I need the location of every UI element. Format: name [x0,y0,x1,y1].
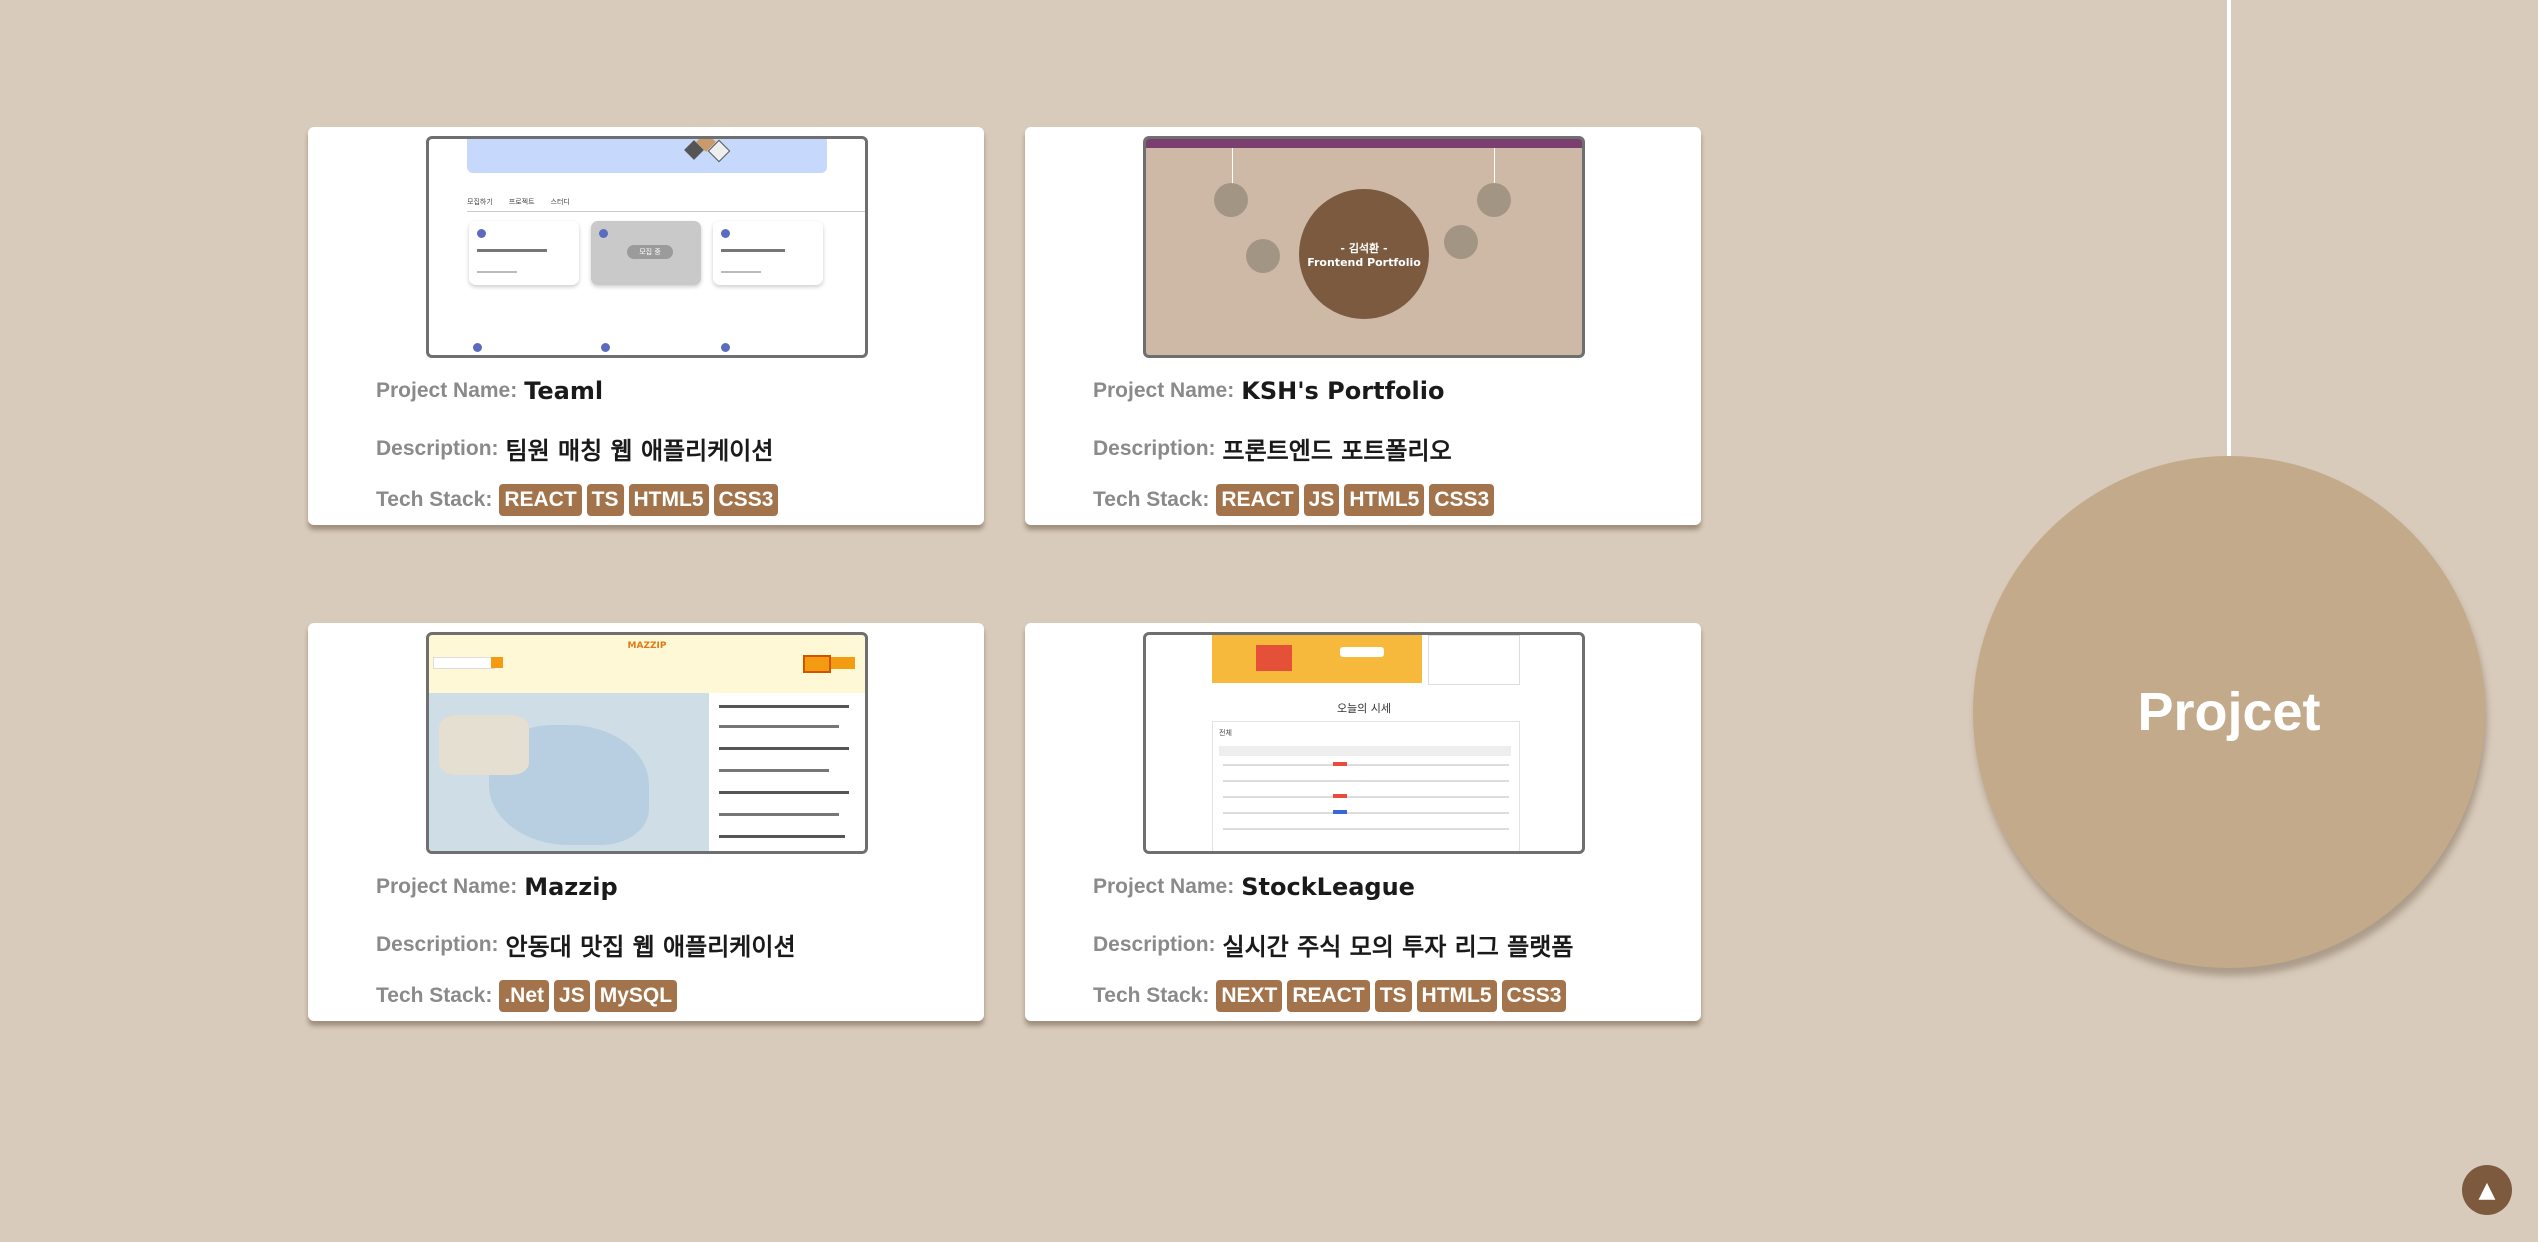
tech-badge: CSS3 [713,484,779,516]
project-preview-image: - 김석환 - Frontend Portfolio [1143,136,1585,358]
project-name-label: Project Name: [1093,875,1235,898]
description-row: Description: 실시간 주식 모의 투자 리그 플랫폼 [1093,927,1573,962]
tech-badge: CSS3 [1429,484,1495,516]
up-triangle-icon: ▲ [2478,1177,2496,1203]
tech-badge: NEXT [1216,980,1283,1012]
project-preview-image: MAZZIP [426,632,868,854]
project-card-stockleague[interactable]: 오늘의 시세 전체 Project Name: StockLeague Desc… [1025,623,1701,1021]
tech-stack-label: Tech Stack: [376,984,493,1007]
tech-stack-row: Tech Stack: REACT TS HTML5 CSS3 [376,484,779,516]
project-card-portfolio[interactable]: - 김석환 - Frontend Portfolio Project Name:… [1025,127,1701,525]
project-name-label: Project Name: [1093,379,1235,402]
tech-badge: HTML5 [628,484,709,516]
tech-badge: MySQL [594,980,678,1012]
tech-stack-row: Tech Stack: NEXT REACT TS HTML5 CSS3 [1093,980,1567,1012]
description-label: Description: [376,436,499,460]
tech-stack-row: Tech Stack: REACT JS HTML5 CSS3 [1093,484,1495,516]
tech-badge: HTML5 [1344,484,1425,516]
tech-badge: CSS3 [1501,980,1567,1012]
project-preview-image: 모집하기 프로젝트 스터디 모집 중 [426,136,868,358]
preview-logo: MAZZIP [627,641,667,651]
project-name: Teaml [524,377,604,405]
scroll-to-top-button[interactable]: ▲ [2462,1165,2512,1215]
project-name: KSH's Portfolio [1241,377,1445,405]
description-label: Description: [1093,932,1216,956]
description-row: Description: 안동대 맛집 웹 애플리케이션 [376,927,796,962]
tech-stack-label: Tech Stack: [1093,488,1210,511]
project-name-row: Project Name: KSH's Portfolio [1093,377,1444,405]
tech-badge: JS [554,980,590,1012]
preview-heading: 오늘의 시세 [1336,702,1392,715]
hanging-line [2227,0,2231,458]
project-name-row: Project Name: Teaml [376,377,603,405]
description-label: Description: [1093,436,1216,460]
project-description: 안동대 맛집 웹 애플리케이션 [505,933,796,961]
description-label: Description: [376,932,499,956]
preview-tab: 프로젝트 [508,198,535,206]
preview-tab: 스터디 [550,198,570,206]
project-name-row: Project Name: StockLeague [1093,873,1415,901]
tech-badge: REACT [499,484,582,516]
project-name: Mazzip [524,873,618,901]
preview-tab: 모집하기 [467,198,493,206]
project-description: 팀원 매칭 웹 애플리케이션 [505,437,774,465]
tech-badge: .Net [499,980,550,1012]
preview-hover-label: 모집 중 [627,245,673,259]
tech-badge: TS [586,484,624,516]
tech-badge: TS [1374,980,1412,1012]
project-description: 실시간 주식 모의 투자 리그 플랫폼 [1222,933,1574,961]
project-card-teaml[interactable]: 모집하기 프로젝트 스터디 모집 중 Project Name: Teaml D… [308,127,984,525]
project-description: 프론트엔드 포트폴리오 [1222,437,1452,465]
tech-stack-row: Tech Stack: .Net JS MySQL [376,980,678,1012]
preview-tab: 전체 [1219,729,1232,737]
project-card-mazzip[interactable]: MAZZIP Project Name: Mazzip Description:… [308,623,984,1021]
project-name-label: Project Name: [376,379,518,402]
tech-badge: JS [1303,484,1340,516]
tech-stack-label: Tech Stack: [1093,984,1210,1007]
description-row: Description: 프론트엔드 포트폴리오 [1093,431,1452,466]
tech-badge: REACT [1287,980,1370,1012]
preview-title-line: - 김석환 - [1340,241,1388,255]
preview-subtitle-line: Frontend Portfolio [1307,255,1421,269]
project-name-row: Project Name: Mazzip [376,873,618,901]
project-preview-image: 오늘의 시세 전체 [1143,632,1585,854]
tech-badge: HTML5 [1416,980,1497,1012]
tech-stack-label: Tech Stack: [376,488,493,511]
project-name-label: Project Name: [376,875,518,898]
project-name: StockLeague [1241,873,1415,901]
tech-badge: REACT [1216,484,1299,516]
section-title-circle: Projcet [1973,456,2485,968]
section-title: Projcet [2137,682,2321,742]
description-row: Description: 팀원 매칭 웹 애플리케이션 [376,431,773,466]
